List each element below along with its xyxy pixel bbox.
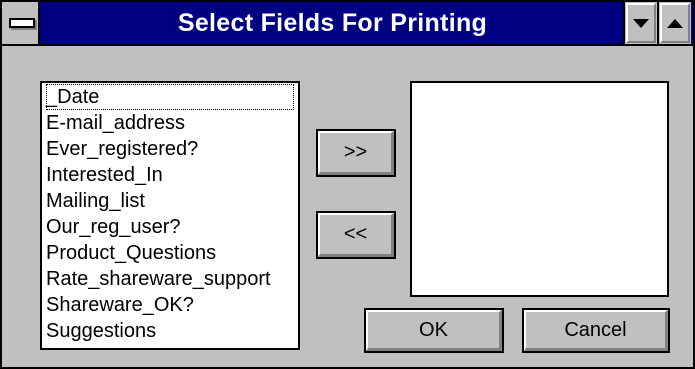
- list-item[interactable]: _Date: [46, 84, 294, 110]
- list-item[interactable]: Shareware_OK?: [46, 292, 294, 318]
- add-field-label: >>: [343, 141, 368, 163]
- list-item[interactable]: Our_reg_user?: [46, 214, 294, 240]
- list-item[interactable]: Product_Questions: [46, 240, 294, 266]
- select-fields-dialog: Select Fields For Printing _Date E-mail_…: [0, 0, 695, 369]
- list-item[interactable]: Mailing_list: [46, 188, 294, 214]
- available-fields-list[interactable]: _Date E-mail_address Ever_registered? In…: [40, 81, 300, 350]
- ok-button[interactable]: OK: [364, 308, 504, 353]
- add-field-button[interactable]: >>: [316, 129, 396, 177]
- selected-fields-list[interactable]: [410, 81, 669, 297]
- maximize-button[interactable]: [657, 2, 691, 44]
- cancel-button[interactable]: Cancel: [522, 308, 670, 353]
- list-item[interactable]: Ever_registered?: [46, 136, 294, 162]
- list-item[interactable]: Suggestions: [46, 318, 294, 344]
- list-item[interactable]: E-mail_address: [46, 110, 294, 136]
- title-bar[interactable]: Select Fields For Printing: [2, 2, 693, 46]
- maximize-arrow-icon: [667, 18, 683, 28]
- list-item[interactable]: Interested_In: [46, 162, 294, 188]
- list-item[interactable]: Rate_shareware_support: [46, 266, 294, 292]
- remove-field-label: <<: [343, 223, 368, 245]
- system-menu-button[interactable]: [2, 2, 40, 44]
- window-title: Select Fields For Printing: [177, 9, 488, 37]
- remove-field-button[interactable]: <<: [316, 211, 396, 259]
- minimize-button[interactable]: [623, 2, 657, 44]
- cancel-label: Cancel: [564, 318, 627, 341]
- minimize-arrow-icon: [633, 18, 649, 28]
- system-menu-icon: [9, 18, 35, 28]
- ok-label: OK: [419, 318, 448, 341]
